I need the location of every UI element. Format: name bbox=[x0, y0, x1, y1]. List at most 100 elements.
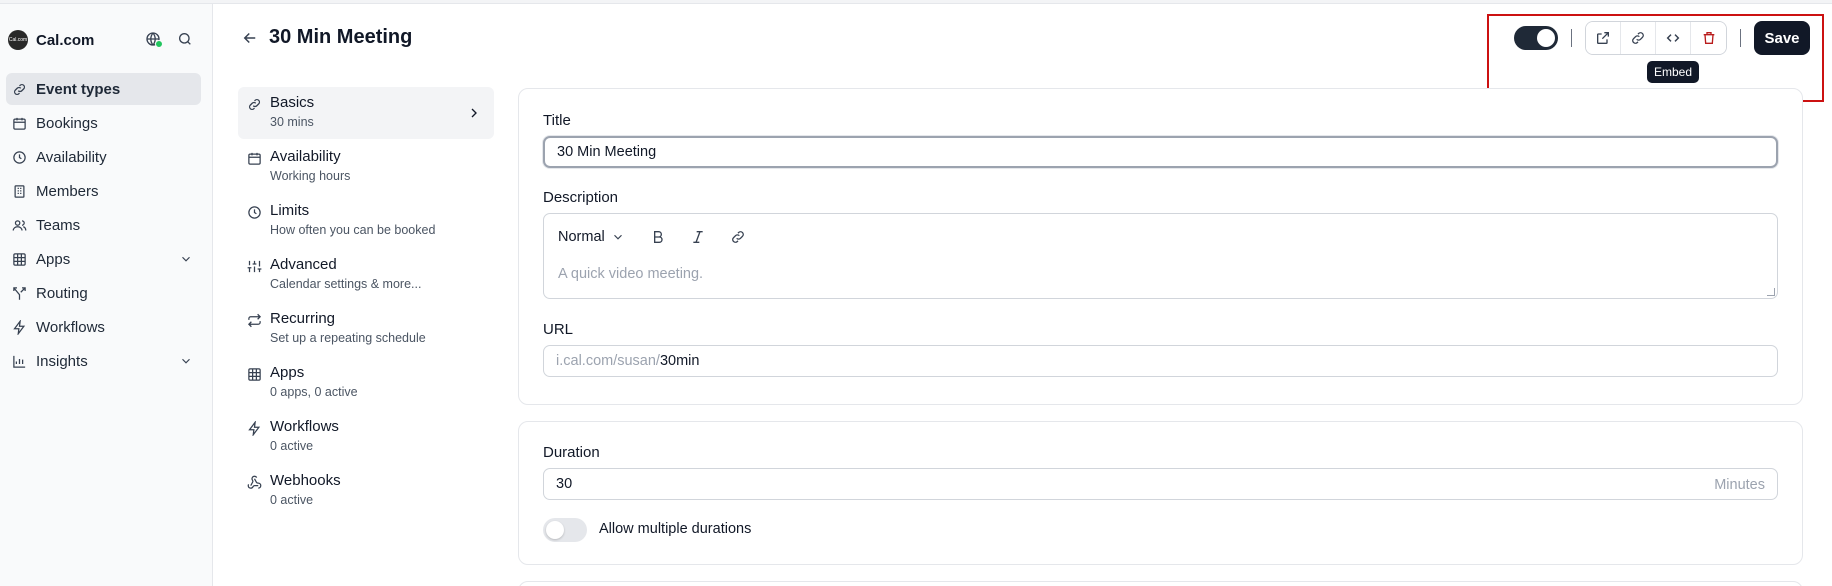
tab-description: 30 mins bbox=[270, 115, 314, 129]
grid-icon bbox=[246, 366, 262, 382]
chevron-down-icon[interactable] bbox=[179, 252, 193, 266]
next-card bbox=[518, 581, 1803, 586]
link-icon bbox=[11, 81, 27, 97]
tab-limits[interactable]: Limits How often you can be booked bbox=[238, 195, 494, 247]
building-icon bbox=[11, 183, 27, 199]
tab-description: Working hours bbox=[270, 169, 351, 183]
italic-button[interactable] bbox=[687, 226, 709, 248]
text-format-select[interactable]: Normal bbox=[558, 229, 625, 245]
tab-title: Webhooks bbox=[270, 472, 341, 489]
sidebar-item-label: Insights bbox=[36, 352, 88, 370]
sidebar-item-members[interactable]: Members bbox=[6, 175, 201, 207]
toggle-knob bbox=[546, 521, 564, 539]
search-icon[interactable] bbox=[176, 30, 194, 48]
sidebar: Cal.com Cal.com Event types Bookings Ava… bbox=[0, 4, 213, 586]
url-prefix: i.cal.com/susan/ bbox=[556, 353, 660, 369]
top-border bbox=[0, 0, 1832, 4]
calendar-icon bbox=[246, 150, 262, 166]
sidebar-item-event-types[interactable]: Event types bbox=[6, 73, 201, 105]
url-input[interactable]: i.cal.com/susan/ 30min bbox=[543, 345, 1778, 377]
duration-input[interactable]: 30 Minutes bbox=[543, 468, 1778, 500]
sliders-icon bbox=[246, 258, 262, 274]
tab-title: Availability bbox=[270, 148, 341, 165]
text-format-value: Normal bbox=[558, 229, 605, 245]
sidebar-item-label: Apps bbox=[36, 250, 71, 268]
multiple-durations-label: Allow multiple durations bbox=[599, 521, 752, 537]
duration-card: Duration 30 Minutes Allow multiple durat… bbox=[518, 421, 1803, 565]
sidebar-nav: Event types Bookings Availability Member… bbox=[6, 73, 201, 379]
duration-label: Duration bbox=[543, 444, 600, 461]
tab-workflows[interactable]: Workflows 0 active bbox=[238, 411, 494, 463]
event-setup-nav: Basics 30 mins Availability Working hour… bbox=[238, 87, 494, 519]
duration-suffix: Minutes bbox=[1714, 477, 1765, 493]
description-editor[interactable]: Normal A quick video meeting. bbox=[543, 213, 1778, 299]
brand[interactable]: Cal.com Cal.com bbox=[8, 28, 94, 52]
sidebar-item-bookings[interactable]: Bookings bbox=[6, 107, 201, 139]
sidebar-item-workflows[interactable]: Workflows bbox=[6, 311, 201, 343]
chevron-down-icon bbox=[611, 230, 625, 244]
resize-handle-icon[interactable] bbox=[1767, 288, 1775, 296]
url-slug-value: 30min bbox=[659, 353, 700, 369]
link-icon bbox=[246, 96, 262, 112]
tab-availability[interactable]: Availability Working hours bbox=[238, 141, 494, 193]
bold-icon bbox=[649, 228, 667, 246]
title-input-value: 30 Min Meeting bbox=[557, 144, 657, 160]
tab-apps[interactable]: Apps 0 apps, 0 active bbox=[238, 357, 494, 409]
sidebar-item-label: Workflows bbox=[36, 318, 105, 336]
sidebar-item-availability[interactable]: Availability bbox=[6, 141, 201, 173]
repeat-icon bbox=[246, 312, 262, 328]
sidebar-item-label: Availability bbox=[36, 148, 107, 166]
back-arrow-icon[interactable] bbox=[241, 29, 259, 47]
tab-title: Workflows bbox=[270, 418, 339, 435]
tab-webhooks[interactable]: Webhooks 0 active bbox=[238, 465, 494, 517]
tab-title: Apps bbox=[270, 364, 305, 381]
italic-icon bbox=[689, 228, 707, 246]
description-placeholder: A quick video meeting. bbox=[558, 266, 704, 282]
sidebar-item-teams[interactable]: Teams bbox=[6, 209, 201, 241]
sidebar-item-apps[interactable]: Apps bbox=[6, 243, 201, 275]
url-label: URL bbox=[543, 321, 574, 338]
online-status-dot bbox=[155, 40, 163, 48]
grid-icon bbox=[11, 251, 27, 267]
duration-value: 30 bbox=[556, 476, 573, 492]
sidebar-item-routing[interactable]: Routing bbox=[6, 277, 201, 309]
sidebar-item-label: Members bbox=[36, 182, 99, 200]
tab-title: Limits bbox=[270, 202, 310, 219]
tab-recurring[interactable]: Recurring Set up a repeating schedule bbox=[238, 303, 494, 355]
sidebar-item-label: Teams bbox=[36, 216, 81, 234]
basics-card: Title 30 Min Meeting Description Normal … bbox=[518, 88, 1803, 405]
tab-description: 0 active bbox=[270, 493, 314, 507]
tab-description: 0 active bbox=[270, 439, 314, 453]
sidebar-item-label: Routing bbox=[36, 284, 88, 302]
brand-name: Cal.com bbox=[36, 31, 95, 49]
clock-icon bbox=[11, 149, 27, 165]
sidebar-item-insights[interactable]: Insights bbox=[6, 345, 201, 377]
tab-title: Recurring bbox=[270, 310, 336, 327]
sidebar-item-label: Bookings bbox=[36, 114, 98, 132]
split-icon bbox=[11, 285, 27, 301]
tab-basics[interactable]: Basics 30 mins bbox=[238, 87, 494, 139]
tab-description: Set up a repeating schedule bbox=[270, 331, 426, 345]
description-label: Description bbox=[543, 189, 619, 206]
chevron-down-icon[interactable] bbox=[179, 354, 193, 368]
page-title: 30 Min Meeting bbox=[269, 26, 413, 48]
sidebar-top-icons bbox=[144, 30, 194, 48]
globe-status-icon[interactable] bbox=[144, 30, 163, 48]
insert-link-button[interactable] bbox=[727, 226, 749, 248]
clock-icon bbox=[246, 204, 262, 220]
webhook-icon bbox=[246, 474, 262, 490]
chevron-right-icon bbox=[466, 105, 482, 121]
tab-description: How often you can be booked bbox=[270, 223, 436, 237]
editor-toolbar: Normal bbox=[558, 226, 767, 248]
zap-icon bbox=[246, 420, 262, 436]
title-label: Title bbox=[543, 112, 571, 129]
multiple-durations-toggle[interactable] bbox=[543, 518, 587, 542]
bold-button[interactable] bbox=[647, 226, 669, 248]
tab-title: Basics bbox=[270, 94, 315, 111]
zap-icon bbox=[11, 319, 27, 335]
link-icon bbox=[729, 228, 747, 246]
users-icon bbox=[11, 217, 27, 233]
tab-advanced[interactable]: Advanced Calendar settings & more... bbox=[238, 249, 494, 301]
title-input[interactable]: 30 Min Meeting bbox=[543, 136, 1778, 168]
bar-chart-icon bbox=[11, 353, 27, 369]
